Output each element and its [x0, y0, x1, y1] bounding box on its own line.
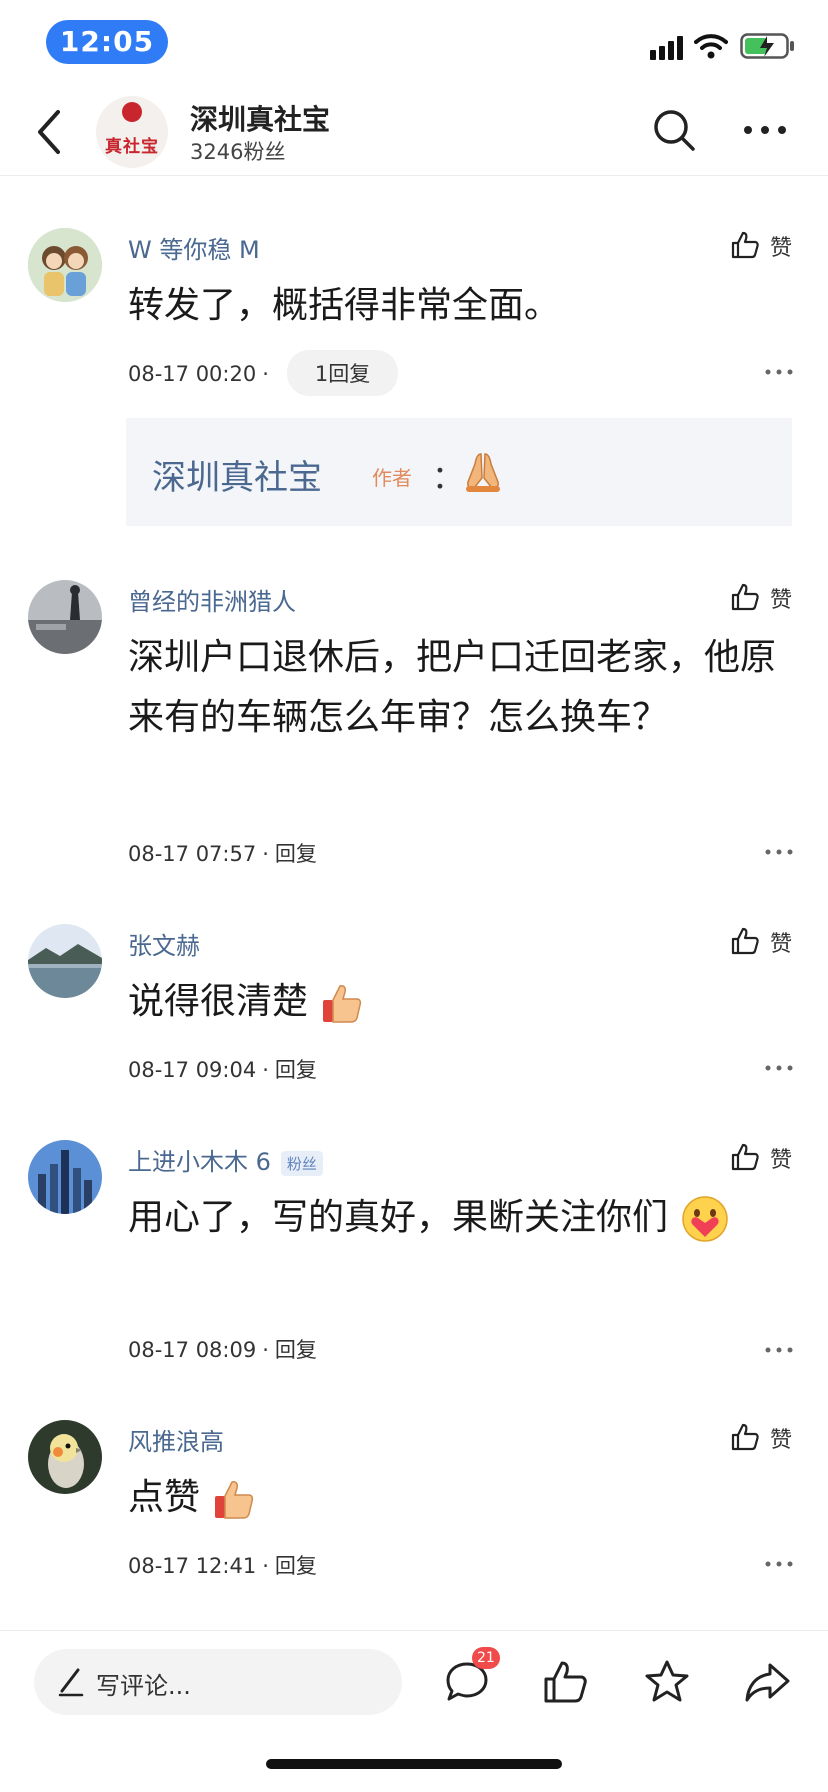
comment-more-icon[interactable]	[764, 1346, 794, 1354]
comment-username[interactable]: 上进小木木 6 粉丝	[128, 1142, 323, 1177]
home-indicator[interactable]	[266, 1759, 562, 1769]
account-name[interactable]: 深圳真社宝	[190, 98, 330, 138]
share-arrow-icon[interactable]	[742, 1657, 792, 1707]
fan-badge: 粉丝	[280, 1150, 323, 1176]
status-bar: 12:05	[0, 0, 828, 88]
user-avatar[interactable]	[28, 1420, 102, 1494]
account-avatar[interactable]: 真社宝	[96, 96, 168, 168]
comment-username[interactable]: W 等你稳 M	[128, 230, 260, 265]
pray-emoji-icon	[466, 453, 500, 492]
comment-meta: 08-17 12:41 · 回复	[128, 1554, 317, 1578]
lake-landscape-icon	[28, 924, 102, 998]
author-tag: 作者	[372, 466, 412, 490]
like-button[interactable]: 赞	[730, 924, 800, 960]
back-chevron-icon[interactable]	[30, 106, 70, 158]
comment-username[interactable]: 曾经的非洲猎人	[128, 582, 296, 617]
author-reply-name: 深圳真社宝	[152, 458, 322, 498]
comment-text-content: 点赞	[128, 1477, 201, 1518]
like-article-icon[interactable]	[540, 1657, 590, 1707]
comment-timestamp: 08-17 08:09	[128, 1338, 257, 1362]
brand-logo-icon	[122, 102, 142, 122]
like-button[interactable]: 赞	[730, 580, 800, 616]
comment-text-content: 用心了，写的真好，果断关注你们	[128, 1197, 669, 1238]
comment-text: 点赞	[128, 1468, 798, 1528]
bottom-action-bar: 写评论... 21	[0, 1630, 828, 1792]
comment-timestamp: 08-17 07:57	[128, 842, 257, 866]
thumbs-up-icon	[731, 927, 759, 955]
user-avatar[interactable]	[28, 580, 102, 654]
reply-count-button[interactable]: 1回复	[286, 350, 399, 396]
user-avatar[interactable]	[28, 924, 102, 998]
like-label: 赞	[770, 588, 793, 613]
search-icon[interactable]	[652, 108, 696, 152]
favorite-star-icon[interactable]	[642, 1657, 692, 1707]
comment-more-icon[interactable]	[764, 368, 794, 376]
city-skyline-icon	[28, 1140, 102, 1214]
battery-charging-icon	[740, 33, 794, 59]
user-avatar[interactable]	[28, 228, 102, 302]
comment-text: 说得很清楚	[128, 972, 798, 1032]
comment-more-icon[interactable]	[764, 848, 794, 856]
comment-text: 用心了，写的真好，果断关注你们	[128, 1188, 798, 1248]
thumbs-up-icon	[731, 583, 759, 611]
couple-cartoon-icon	[28, 228, 102, 302]
follower-count: 3246粉丝	[190, 140, 286, 164]
more-options-icon[interactable]	[742, 122, 788, 138]
comment-more-icon[interactable]	[764, 1064, 794, 1072]
nav-bar: 真社宝 深圳真社宝 3246粉丝	[0, 88, 828, 176]
reply-button[interactable]: 回复	[275, 842, 317, 866]
author-reply-preview[interactable]: 深圳真社宝 作者 ：	[126, 418, 792, 526]
like-button[interactable]: 赞	[730, 1420, 800, 1456]
comment-input-placeholder: 写评论...	[96, 1672, 191, 1700]
logo-text: 真社宝	[105, 137, 159, 157]
comment-username-text: 上进小木木 6	[128, 1148, 271, 1176]
thumbs-up-emoji-icon	[323, 985, 362, 1023]
like-label: 赞	[770, 1428, 793, 1453]
pen-icon	[58, 1668, 84, 1697]
wifi-icon	[694, 34, 728, 59]
comment-timestamp: 08-17 00:20	[128, 362, 257, 386]
write-comment-input[interactable]: 写评论...	[34, 1649, 402, 1715]
comment-timestamp: 08-17 09:04	[128, 1058, 257, 1082]
like-button[interactable]: 赞	[730, 1140, 800, 1176]
comment-text: 深圳户口退休后，把户口迁回老家，他原来有的车辆怎么年审？怎么换车？	[128, 637, 777, 738]
reply-button[interactable]: 回复	[275, 1058, 317, 1082]
love-face-emoji-icon	[682, 1196, 729, 1242]
user-avatar[interactable]	[28, 1140, 102, 1214]
like-label: 赞	[770, 236, 793, 261]
like-button[interactable]: 赞	[730, 228, 800, 264]
comment-meta: 08-17 09:04 · 回复	[128, 1058, 317, 1082]
cellular-signal-icon	[650, 36, 683, 60]
status-time: 12:05	[46, 20, 168, 64]
comment-username[interactable]: 张文赫	[128, 926, 200, 961]
comment-text: 转发了，概括得非常全面。	[128, 285, 561, 326]
comment-username[interactable]: 风推浪高	[128, 1422, 224, 1457]
reply-button[interactable]: 回复	[275, 1554, 317, 1578]
thumbs-up-icon	[731, 1423, 759, 1451]
comment-more-icon[interactable]	[764, 1560, 794, 1568]
comment-count-badge: 21	[472, 1647, 500, 1669]
parrot-photo-icon	[28, 1420, 102, 1494]
comment-timestamp: 08-17 12:41	[128, 1554, 257, 1578]
thumbs-up-icon	[731, 1143, 759, 1171]
comment-meta: 08-17 08:09 · 回复	[128, 1338, 317, 1362]
thumbs-up-icon	[731, 231, 759, 259]
like-label: 赞	[770, 932, 793, 957]
thumbs-up-emoji-icon	[215, 1481, 254, 1519]
reply-button[interactable]: 回复	[275, 1338, 317, 1362]
comment-text-content: 说得很清楚	[128, 981, 309, 1022]
comment-meta: 08-17 07:57 · 回复	[128, 842, 317, 866]
statue-photo-icon	[28, 580, 102, 654]
comment-meta: 08-17 00:20 · 1回复	[128, 350, 399, 396]
like-label: 赞	[770, 1148, 793, 1173]
